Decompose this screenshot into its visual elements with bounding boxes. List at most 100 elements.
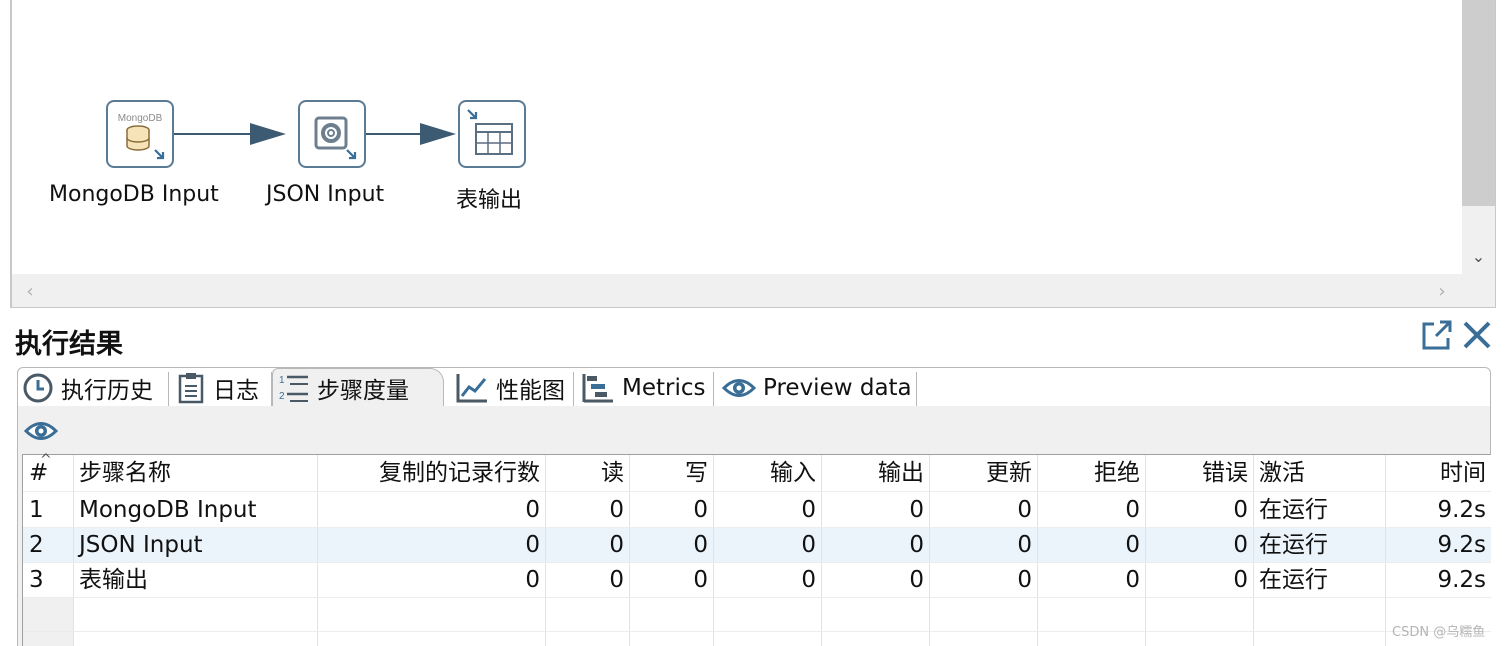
table-cell[interactable]: 3: [29, 563, 44, 598]
tab-divider: [713, 372, 714, 406]
table-cell[interactable]: 0: [1145, 528, 1248, 563]
close-panel-icon[interactable]: [1460, 318, 1494, 352]
step-metrics-icon: 12: [278, 372, 310, 404]
canvas-border: [1495, 0, 1496, 308]
table-cell[interactable]: 在运行: [1259, 493, 1328, 528]
watermark: CSDN @乌糯鱼: [1392, 625, 1486, 640]
row-divider: [23, 631, 1491, 632]
table-cell[interactable]: 表输出: [79, 563, 148, 598]
table-cell[interactable]: 0: [629, 528, 708, 563]
hop-arrowhead: [250, 123, 286, 145]
clock-icon: [22, 372, 54, 404]
table-cell[interactable]: 0: [317, 528, 540, 563]
tab-divider: [271, 372, 272, 406]
tab-preview-data[interactable]: Preview data: [722, 368, 912, 407]
column-header-errors[interactable]: 错误: [1145, 456, 1248, 491]
scroll-down-icon[interactable]: ⌄: [1462, 240, 1495, 272]
row-divider: [23, 491, 1491, 492]
table-cell[interactable]: 0: [929, 563, 1032, 598]
vertical-scrollbar-thumb[interactable]: [1462, 0, 1495, 206]
table-cell[interactable]: 9.2s: [1385, 528, 1486, 563]
table-cell[interactable]: 在运行: [1259, 528, 1328, 563]
step-table-output[interactable]: [458, 100, 526, 168]
column-header-rejected[interactable]: 拒绝: [1037, 456, 1140, 491]
tab-label: 性能图: [496, 377, 565, 404]
table-cell[interactable]: 0: [821, 528, 924, 563]
line-chart-icon: [455, 372, 489, 404]
tab-label: 步骤度量: [317, 377, 409, 404]
step-label: MongoDB Input: [49, 182, 219, 207]
table-cell[interactable]: 0: [1037, 528, 1140, 563]
json-input-icon: [314, 116, 357, 160]
table-cell[interactable]: 0: [929, 528, 1032, 563]
table-cell[interactable]: 0: [545, 528, 624, 563]
log-icon: [176, 372, 206, 404]
tab-divider: [573, 372, 574, 406]
tab-execution-history[interactable]: 执行历史: [22, 368, 153, 407]
table-cell[interactable]: MongoDB Input: [79, 493, 257, 528]
table-cell[interactable]: 0: [1145, 563, 1248, 598]
column-header-copies[interactable]: 复制的记录行数: [317, 456, 540, 491]
column-header-output[interactable]: 输出: [821, 456, 924, 491]
table-cell[interactable]: 1: [29, 493, 44, 528]
column-divider: [1253, 455, 1254, 646]
table-cell[interactable]: 0: [713, 528, 816, 563]
column-header-updated[interactable]: 更新: [929, 456, 1032, 491]
tab-label: 执行历史: [61, 377, 153, 404]
table-cell[interactable]: 0: [629, 493, 708, 528]
tab-step-metrics[interactable]: 12 步骤度量: [278, 368, 409, 407]
hop-arrowhead: [420, 123, 456, 145]
step-label: 表输出: [456, 188, 523, 213]
panel-title: 执行结果: [15, 329, 123, 360]
column-divider: [73, 455, 74, 646]
svg-text:MongoDB: MongoDB: [118, 113, 163, 124]
table-cell[interactable]: 0: [1037, 563, 1140, 598]
tab-divider: [916, 372, 917, 406]
table-cell[interactable]: 0: [545, 493, 624, 528]
column-header-read[interactable]: 读: [545, 456, 624, 491]
tab-divider: [168, 372, 169, 406]
table-cell[interactable]: 0: [821, 563, 924, 598]
table-cell[interactable]: 2: [29, 528, 44, 563]
column-header-active[interactable]: 激活: [1259, 456, 1305, 491]
column-header-time[interactable]: 时间: [1385, 456, 1486, 491]
column-header-input[interactable]: 输入: [713, 456, 816, 491]
scroll-right-icon[interactable]: ›: [1430, 274, 1454, 308]
table-cell[interactable]: 0: [629, 563, 708, 598]
row-number-gutter: [23, 597, 73, 646]
table-cell[interactable]: 9.2s: [1385, 563, 1486, 598]
table-cell[interactable]: 0: [713, 563, 816, 598]
eye-icon: [722, 375, 756, 401]
step-label: JSON Input: [266, 182, 385, 207]
mongodb-input-icon: MongoDB: [118, 113, 165, 160]
tab-label: Preview data: [763, 374, 912, 401]
maximize-panel-icon[interactable]: [1420, 318, 1454, 352]
table-cell[interactable]: 0: [545, 563, 624, 598]
table-cell[interactable]: 0: [317, 563, 540, 598]
column-header-written[interactable]: 写: [629, 456, 708, 491]
table-cell[interactable]: JSON Input: [79, 528, 203, 563]
table-cell[interactable]: 0: [929, 493, 1032, 528]
metrics-icon: [581, 372, 615, 404]
tab-label: Metrics: [622, 374, 706, 401]
step-json-input[interactable]: [298, 100, 366, 168]
step-mongodb-input[interactable]: MongoDB: [106, 100, 174, 168]
table-cell[interactable]: 0: [713, 493, 816, 528]
table-cell[interactable]: 0: [1145, 493, 1248, 528]
eye-icon[interactable]: [24, 418, 58, 444]
column-header-index[interactable]: #: [29, 456, 48, 491]
tab-metrics[interactable]: Metrics: [581, 368, 706, 407]
table-output-icon: [467, 109, 513, 155]
table-cell[interactable]: 0: [821, 493, 924, 528]
table-cell[interactable]: 在运行: [1259, 563, 1328, 598]
table-cell[interactable]: 0: [317, 493, 540, 528]
svg-text:2: 2: [279, 391, 285, 402]
scroll-left-icon[interactable]: ‹: [18, 274, 42, 308]
tab-label: 日志: [213, 377, 259, 404]
column-header-step-name[interactable]: 步骤名称: [79, 456, 171, 491]
table-cell[interactable]: 9.2s: [1385, 493, 1486, 528]
tab-performance-graph[interactable]: 性能图: [455, 368, 565, 407]
table-cell[interactable]: 0: [1037, 493, 1140, 528]
tab-log[interactable]: 日志: [176, 368, 259, 407]
horizontal-scrollbar[interactable]: [12, 274, 1495, 308]
